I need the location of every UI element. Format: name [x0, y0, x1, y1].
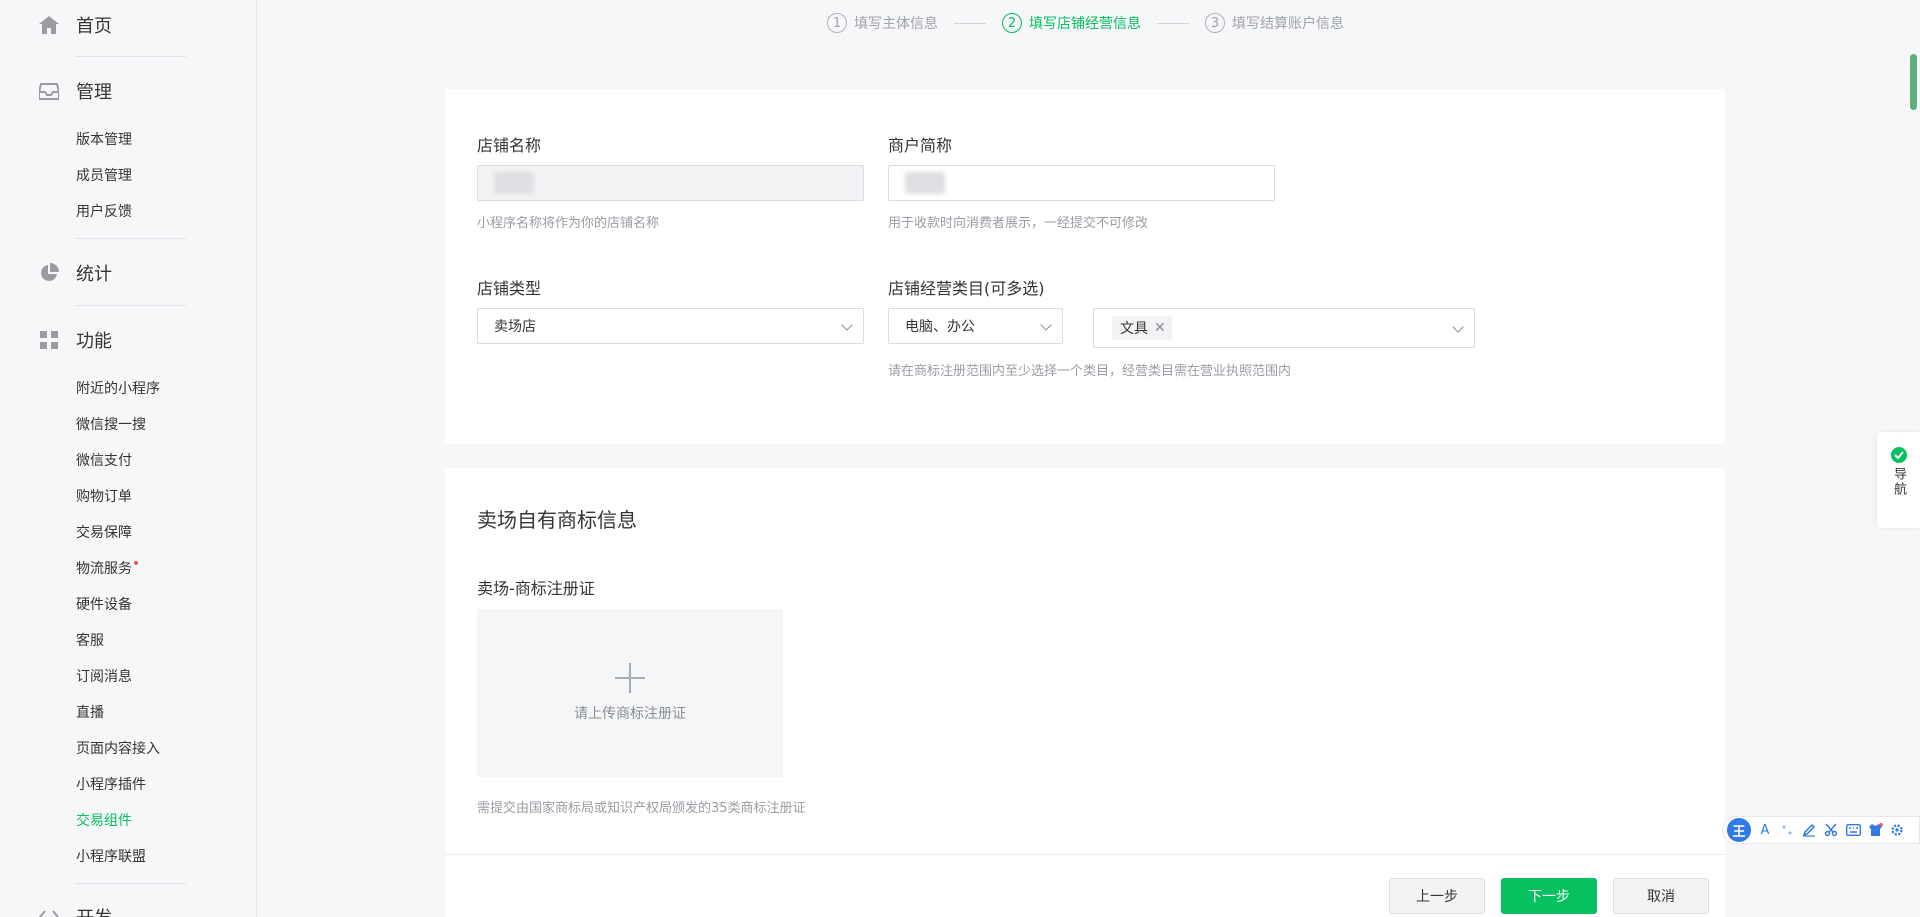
ime-logo[interactable]: 王	[1727, 818, 1751, 842]
nav-home[interactable]: 首页	[38, 13, 112, 37]
step-2-number: 2	[1002, 13, 1022, 33]
category-tag-label: 文具	[1120, 321, 1148, 337]
scrollbar-thumb[interactable]	[1910, 54, 1917, 110]
skin-icon[interactable]	[1867, 822, 1883, 838]
sidebar-item-hardware[interactable]: 硬件设备	[76, 595, 132, 615]
trademark-upload[interactable]: 请上传商标注册证	[477, 609, 783, 777]
sidebar-item-content[interactable]: 页面内容接入	[76, 739, 160, 759]
redacted-value	[494, 172, 534, 194]
nav-divider	[76, 883, 186, 884]
merchant-short-label: 商户简称	[888, 136, 953, 155]
chevron-down-icon	[1452, 321, 1464, 333]
home-icon	[38, 14, 60, 36]
keyboard-icon[interactable]	[1845, 822, 1861, 838]
sidebar-item-feedback[interactable]: 用户反馈	[76, 202, 132, 222]
nav-features-label: 功能	[76, 331, 112, 352]
ime-toolbar: 王 A	[1722, 816, 1920, 844]
new-dot-badge	[134, 561, 138, 565]
shop-name-hint: 小程序名称将作为你的店铺名称	[477, 216, 660, 231]
sidebar-item-pay[interactable]: 微信支付	[76, 451, 132, 471]
nav-check-icon	[1890, 447, 1907, 463]
plus-icon	[615, 663, 645, 693]
floating-nav-label: 导航	[1891, 467, 1906, 497]
next-button[interactable]: 下一步	[1501, 878, 1597, 914]
pen-icon[interactable]	[1801, 822, 1817, 838]
merchant-short-hint: 用于收款时向消费者展示，一经提交不可修改	[888, 216, 1149, 231]
nav-stats[interactable]: 统计	[38, 261, 112, 285]
sidebar-item-service[interactable]: 客服	[76, 631, 104, 651]
step-2-label: 填写店铺经营信息	[1029, 16, 1141, 32]
inbox-icon	[38, 80, 60, 102]
trademark-cert-label: 卖场-商标注册证	[477, 579, 595, 598]
sidebar: 首页 管理 版本管理 成员管理 用户反馈 统计 功能 附近的小程序 微信搜一搜 …	[0, 0, 257, 917]
nav-stats-label: 统计	[76, 264, 112, 285]
category-hint: 请在商标注册范围内至少选择一个类目，经营类目需在营业执照范围内	[888, 364, 1292, 379]
footer-divider	[445, 854, 1725, 855]
section-title: 卖场自有商标信息	[477, 508, 637, 532]
shop-type-value: 卖场店	[494, 319, 536, 335]
nav-manage-label: 管理	[76, 82, 112, 103]
sidebar-item-subscribe[interactable]: 订阅消息	[76, 667, 132, 687]
grid-icon	[38, 329, 60, 351]
sidebar-item-logistics-label: 物流服务	[76, 561, 132, 577]
shop-info-card: 店铺名称 小程序名称将作为你的店铺名称 商户简称 用于收款时向消费者展示，一经提…	[445, 89, 1725, 444]
trademark-card: 卖场自有商标信息 卖场-商标注册证 请上传商标注册证 需提交由国家商标局或知识产…	[445, 468, 1725, 917]
shop-type-select[interactable]: 卖场店	[477, 308, 864, 344]
nav-dev-label: 开发	[76, 904, 112, 917]
category-label: 店铺经营类目(可多选)	[888, 279, 1045, 298]
sidebar-item-logistics[interactable]: 物流服务	[76, 559, 138, 579]
merchant-short-input[interactable]	[888, 165, 1275, 201]
nav-home-label: 首页	[76, 16, 112, 37]
sidebar-item-trade-component[interactable]: 交易组件	[76, 811, 132, 831]
category-primary-value: 电脑、办公	[905, 319, 975, 335]
chevron-down-icon	[1040, 319, 1052, 331]
category-primary-select[interactable]: 电脑、办公	[888, 308, 1063, 344]
step-3-label: 填写结算账户信息	[1232, 16, 1344, 32]
trademark-hint: 需提交由国家商标局或知识产权局颁发的35类商标注册证	[477, 801, 806, 816]
punctuation-icon[interactable]	[1779, 822, 1795, 838]
sidebar-item-alliance[interactable]: 小程序联盟	[76, 847, 146, 867]
step-3-number: 3	[1205, 13, 1225, 33]
step-3: 3 填写结算账户信息	[1205, 13, 1344, 33]
nav-manage[interactable]: 管理	[38, 79, 112, 103]
settings-icon[interactable]	[1889, 822, 1905, 838]
sidebar-item-guarantee[interactable]: 交易保障	[76, 523, 132, 543]
pie-chart-icon	[38, 262, 60, 284]
cancel-button[interactable]: 取消	[1613, 878, 1709, 914]
sidebar-item-version[interactable]: 版本管理	[76, 130, 132, 150]
redacted-value	[905, 172, 945, 194]
category-secondary-select[interactable]: 文具 ✕	[1093, 308, 1475, 348]
sidebar-item-members[interactable]: 成员管理	[76, 166, 132, 186]
nav-dev[interactable]: 开发	[38, 905, 112, 917]
sidebar-item-live[interactable]: 直播	[76, 703, 104, 723]
shop-name-input	[477, 165, 864, 201]
sidebar-item-plugins[interactable]: 小程序插件	[76, 775, 146, 795]
step-connector	[1157, 22, 1189, 24]
floating-nav[interactable]: 导航	[1877, 432, 1920, 528]
shop-name-label: 店铺名称	[477, 136, 542, 155]
sidebar-item-nearby[interactable]: 附近的小程序	[76, 379, 160, 399]
nav-features[interactable]: 功能	[38, 328, 112, 352]
prev-button[interactable]: 上一步	[1389, 878, 1485, 914]
chevron-down-icon	[841, 319, 853, 331]
step-connector	[954, 22, 986, 24]
sidebar-item-search[interactable]: 微信搜一搜	[76, 415, 146, 435]
code-icon	[38, 906, 60, 917]
scissors-icon[interactable]	[1823, 822, 1839, 838]
sidebar-item-orders[interactable]: 购物订单	[76, 487, 132, 507]
nav-divider	[76, 305, 186, 306]
close-icon[interactable]: ✕	[1154, 321, 1166, 335]
step-1-label: 填写主体信息	[854, 16, 938, 32]
nav-divider	[76, 56, 186, 57]
progress-steps: 1 填写主体信息 2 填写店铺经营信息 3 填写结算账户信息	[827, 13, 1344, 33]
category-tag: 文具 ✕	[1112, 316, 1172, 340]
nav-divider	[76, 238, 186, 239]
upload-text: 请上传商标注册证	[574, 706, 686, 722]
font-icon[interactable]: A	[1757, 822, 1773, 838]
shop-type-label: 店铺类型	[477, 279, 542, 298]
step-1-number: 1	[827, 13, 847, 33]
step-1: 1 填写主体信息	[827, 13, 938, 33]
step-2: 2 填写店铺经营信息	[1002, 13, 1141, 33]
